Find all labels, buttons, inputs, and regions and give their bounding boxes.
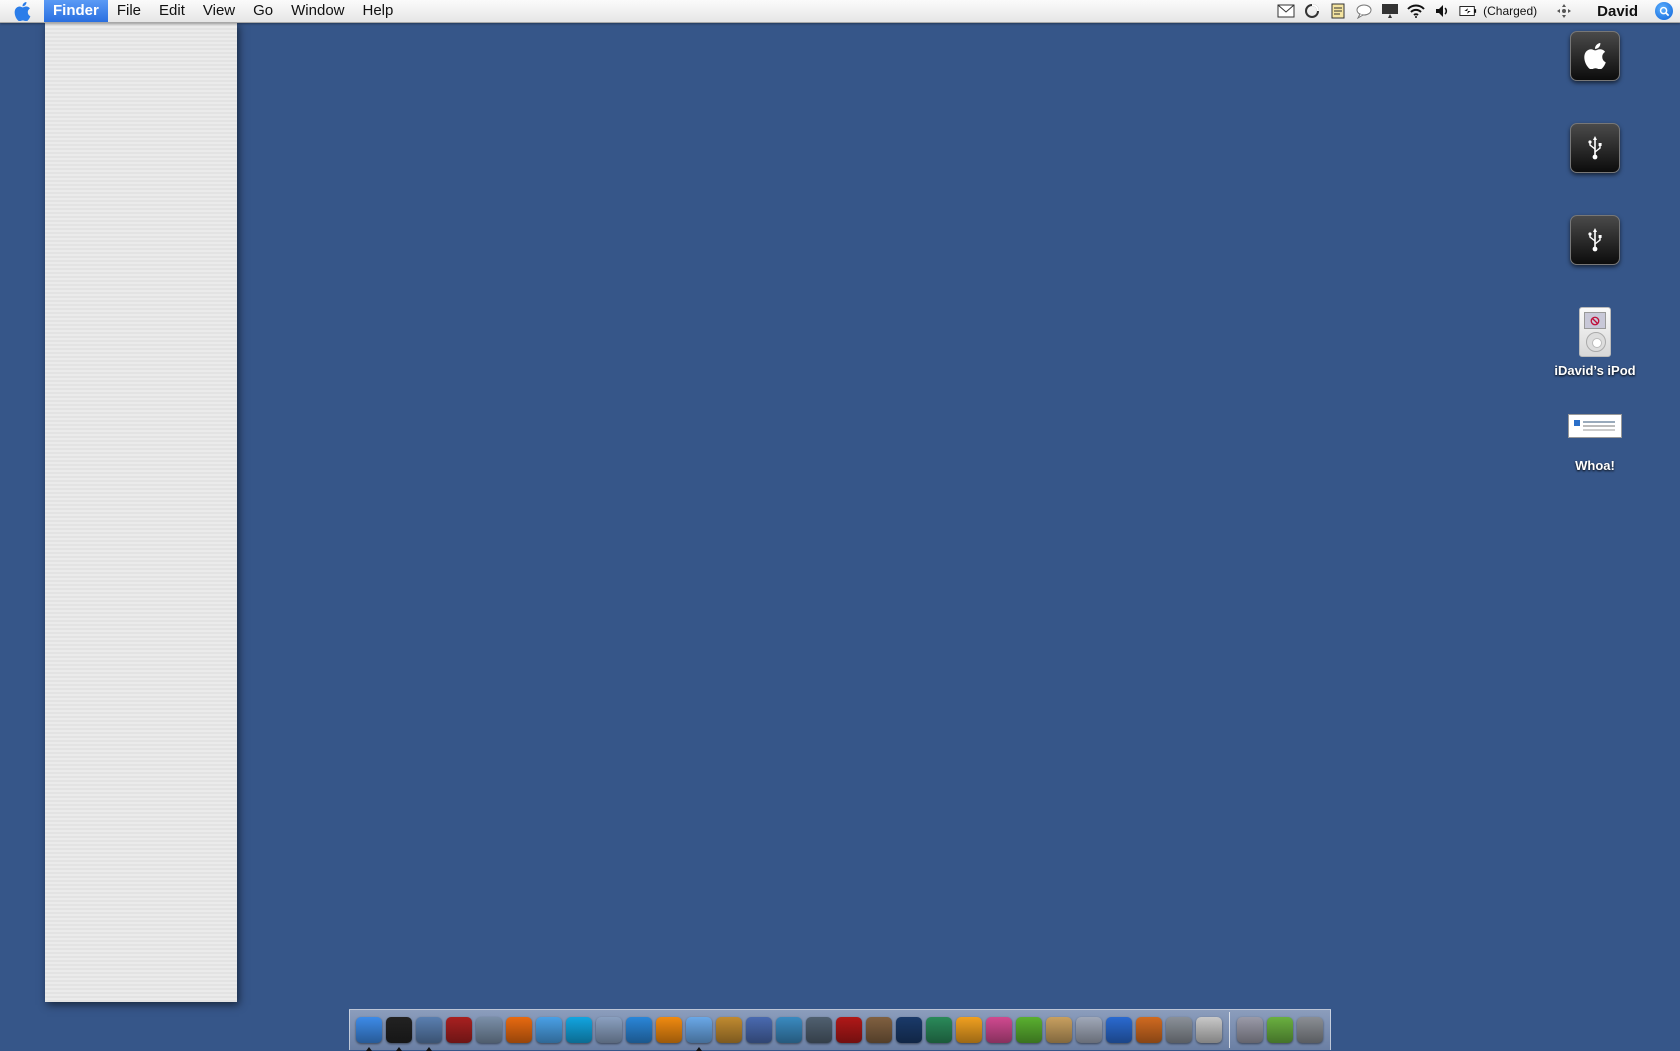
utility-icon[interactable] xyxy=(1166,1017,1192,1043)
mail-status-icon[interactable] xyxy=(1275,0,1297,22)
garageband-icon[interactable] xyxy=(716,1017,742,1043)
apple-drive-icon xyxy=(1570,31,1620,81)
chat-status-icon[interactable] xyxy=(1353,0,1375,22)
user-name[interactable]: David xyxy=(1597,3,1638,20)
pinwheel-icon[interactable] xyxy=(986,1017,1012,1043)
notes-status-icon[interactable] xyxy=(1327,0,1349,22)
sync-status-icon[interactable] xyxy=(1301,0,1323,22)
display-status-icon[interactable] xyxy=(1379,0,1401,22)
flower-app-icon[interactable] xyxy=(956,1017,982,1043)
apple-store-icon[interactable] xyxy=(1196,1017,1222,1043)
desktop-icon-apple-drive[interactable] xyxy=(1540,31,1650,81)
dashboard-icon[interactable] xyxy=(386,1017,412,1051)
preview-icon[interactable] xyxy=(416,1017,442,1051)
dictionary-icon[interactable] xyxy=(446,1017,472,1043)
desktop-icon-ipod[interactable]: iDavid’s iPod xyxy=(1540,307,1650,378)
notes-app-icon[interactable] xyxy=(1046,1017,1072,1043)
spotlight-search-icon[interactable] xyxy=(1648,0,1680,22)
red-app-icon[interactable] xyxy=(836,1017,862,1043)
word-icon[interactable] xyxy=(1106,1017,1132,1043)
usb-drive-icon xyxy=(1570,215,1620,265)
ipod-icon xyxy=(1579,307,1611,357)
desktop-icon-usb-drive-2[interactable] xyxy=(1540,215,1650,265)
desktop-icon-usb-drive-1[interactable] xyxy=(1540,123,1650,173)
photoshop-icon[interactable] xyxy=(896,1017,922,1043)
dock-separator xyxy=(1229,1012,1230,1048)
blank-window-pane[interactable] xyxy=(45,22,237,1002)
skype-icon[interactable] xyxy=(566,1017,592,1043)
trash-icon[interactable] xyxy=(1297,1017,1323,1043)
ipod-label: iDavid’s iPod xyxy=(1554,363,1636,378)
applications-stack-icon[interactable] xyxy=(1237,1017,1263,1043)
dreamweaver-icon[interactable] xyxy=(1016,1017,1042,1043)
menu-file[interactable]: File xyxy=(108,0,150,22)
spaces-icon[interactable] xyxy=(1553,0,1575,22)
firefox-icon[interactable] xyxy=(506,1017,532,1043)
folder-app-icon[interactable] xyxy=(596,1017,622,1043)
photo-booth-icon[interactable] xyxy=(806,1017,832,1043)
finder-icon[interactable] xyxy=(356,1017,382,1051)
menu-window[interactable]: Window xyxy=(282,0,353,22)
menu-go[interactable]: Go xyxy=(244,0,282,22)
itunes-icon[interactable] xyxy=(686,1017,712,1051)
ichat-icon[interactable] xyxy=(536,1017,562,1043)
volume-icon[interactable] xyxy=(1431,0,1453,22)
menu-help[interactable]: Help xyxy=(354,0,403,22)
dock xyxy=(349,1009,1331,1051)
images-stack-icon[interactable] xyxy=(1267,1017,1293,1043)
menu-view[interactable]: View xyxy=(194,0,244,22)
vlc-icon[interactable] xyxy=(656,1017,682,1043)
quicktime-icon[interactable] xyxy=(626,1017,652,1043)
iphoto-icon[interactable] xyxy=(776,1017,802,1043)
menu-edit[interactable]: Edit xyxy=(150,0,194,22)
battery-icon[interactable] xyxy=(1457,0,1479,22)
system-preferences-icon[interactable] xyxy=(476,1017,502,1043)
apple-menu-icon[interactable] xyxy=(0,0,44,22)
wifi-icon[interactable] xyxy=(1405,0,1427,22)
iweb-icon[interactable] xyxy=(866,1017,892,1043)
menu-bar: Finder File Edit View Go Window Help (Ch… xyxy=(0,0,1680,23)
menu-finder[interactable]: Finder xyxy=(44,0,108,22)
document-label: Whoa! xyxy=(1575,458,1615,473)
document-thumbnail-icon xyxy=(1568,414,1622,438)
battery-status-text: (Charged) xyxy=(1483,4,1538,18)
desktop-icon-document[interactable]: Whoa! xyxy=(1540,414,1650,473)
feather-app-icon[interactable] xyxy=(926,1017,952,1043)
powerpoint-icon[interactable] xyxy=(1136,1017,1162,1043)
imovie-icon[interactable] xyxy=(746,1017,772,1043)
mail-icon[interactable] xyxy=(1076,1017,1102,1043)
usb-drive-icon xyxy=(1570,123,1620,173)
